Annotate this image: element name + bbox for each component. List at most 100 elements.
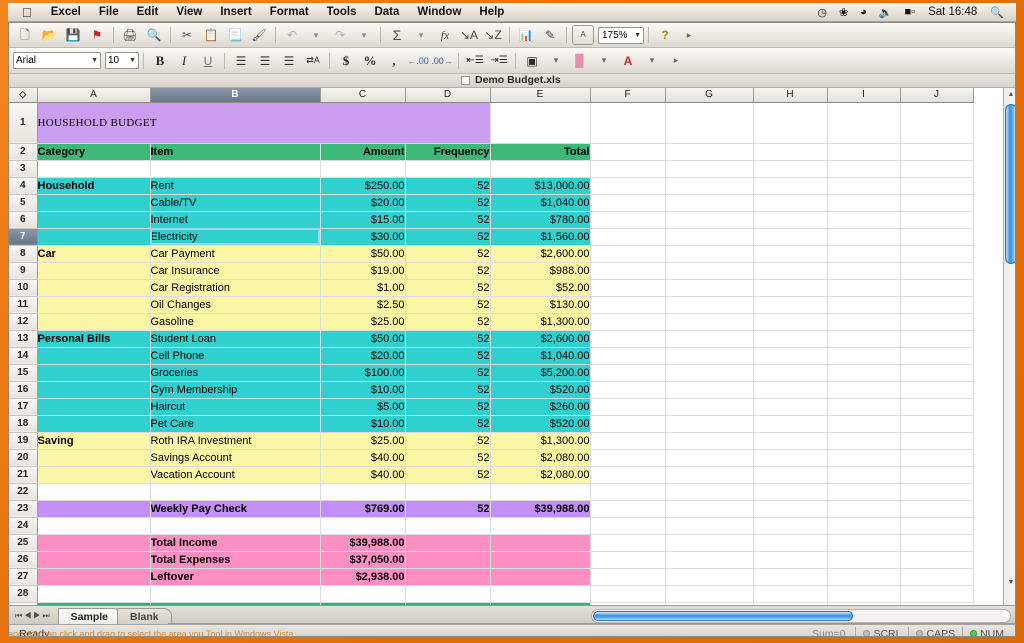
cell-H23[interactable] (753, 500, 828, 518)
cell-B18[interactable]: Pet Care (150, 415, 321, 433)
cell-D7[interactable]: 52 (405, 228, 491, 246)
cell-G18[interactable] (665, 415, 754, 433)
print-icon[interactable]: 🖨 (119, 25, 141, 45)
cell-C8[interactable]: $50.00 (320, 245, 406, 263)
column-header-h[interactable]: H (753, 88, 828, 103)
cell-H22[interactable] (753, 483, 828, 501)
horizontal-scroll-thumb[interactable] (593, 611, 853, 621)
cell-C17[interactable]: $5.00 (320, 398, 406, 416)
comma-button[interactable]: , (383, 51, 405, 70)
cell-H7[interactable] (753, 228, 828, 246)
row-header-28[interactable]: 28 (9, 585, 38, 603)
underline-button[interactable]: U (197, 51, 219, 70)
spreadsheet-grid[interactable]: ◇ A B C D E F G H I J 1 HOUSEHOLD BUDGET 2 Category Ite… (9, 88, 1015, 605)
row-header-15[interactable]: 15 (9, 364, 38, 382)
cell-J12[interactable] (900, 313, 974, 331)
cut-icon[interactable]: ✂ (176, 25, 198, 45)
row-header-8[interactable]: 8 (9, 245, 38, 263)
increase-indent-icon[interactable]: ⇥☰ (488, 51, 510, 70)
cell-C7[interactable]: $30.00 (320, 228, 406, 246)
row-header-27[interactable]: 27 (9, 568, 38, 586)
cell-H17[interactable] (753, 398, 828, 416)
cell-B9[interactable]: Car Insurance (150, 262, 321, 280)
row-header-17[interactable]: 17 (9, 398, 38, 416)
cell-A13[interactable]: Personal Bills (37, 330, 151, 348)
cell-I7[interactable] (827, 228, 901, 246)
cell-I23[interactable] (827, 500, 901, 518)
cell-A27[interactable] (37, 568, 151, 586)
cell-D17[interactable]: 52 (405, 398, 491, 416)
cell-I24[interactable] (827, 517, 901, 535)
cell-A18[interactable] (37, 415, 151, 433)
cell-D28[interactable] (405, 585, 491, 603)
cell-E26[interactable] (490, 551, 591, 569)
cell-B25[interactable]: Total Income (150, 534, 321, 552)
cell-D20[interactable]: 52 (405, 449, 491, 467)
cell-H19[interactable] (753, 432, 828, 450)
cell-F22[interactable] (590, 483, 666, 501)
column-header-a[interactable]: A (37, 88, 151, 103)
cell-B27[interactable]: Leftover (150, 568, 321, 586)
menu-item-window[interactable]: Window (408, 6, 470, 18)
cell-D13[interactable]: 52 (405, 330, 491, 348)
save-icon[interactable]: 💾 (62, 25, 84, 45)
new-icon[interactable]: 🗋 (14, 25, 36, 45)
cell-F6[interactable] (590, 211, 666, 229)
cell-B23[interactable]: Weekly Pay Check (150, 500, 321, 518)
cell-F19[interactable] (590, 432, 666, 450)
cell-D3[interactable] (405, 160, 491, 178)
cell-C4[interactable]: $250.00 (320, 177, 406, 195)
cell-C6[interactable]: $15.00 (320, 211, 406, 229)
cell-F2[interactable] (590, 143, 666, 161)
cell-J22[interactable] (900, 483, 974, 501)
cell-G4[interactable] (665, 177, 754, 195)
cell-D6[interactable]: 52 (405, 211, 491, 229)
cell-D24[interactable] (405, 517, 491, 535)
cell-A16[interactable] (37, 381, 151, 399)
cell-A12[interactable] (37, 313, 151, 331)
cell-J3[interactable] (900, 160, 974, 178)
cell-C23[interactable]: $769.00 (320, 500, 406, 518)
cell-A20[interactable] (37, 449, 151, 467)
cell-A4[interactable]: Household (37, 177, 151, 195)
cell-A24[interactable] (37, 517, 151, 535)
align-left-icon[interactable]: ☰ (230, 51, 252, 70)
print-preview-icon[interactable]: 🔍 (143, 25, 165, 45)
cell-H25[interactable] (753, 534, 828, 552)
cell-H5[interactable] (753, 194, 828, 212)
cell-A14[interactable] (37, 347, 151, 365)
row-header-11[interactable]: 11 (9, 296, 38, 314)
chevron-down-icon[interactable]: ▾ (641, 51, 663, 70)
row-header-2[interactable]: 2 (9, 143, 38, 161)
row-header-22[interactable]: 22 (9, 483, 38, 501)
fill-color-icon[interactable]: ▉ (569, 51, 591, 70)
cell-J28[interactable] (900, 585, 974, 603)
menu-item-edit[interactable]: Edit (128, 6, 168, 18)
cell-G21[interactable] (665, 466, 754, 484)
row-header-25[interactable]: 25 (9, 534, 38, 552)
cell-I26[interactable] (827, 551, 901, 569)
cell-B22[interactable] (150, 483, 321, 501)
row-header-1[interactable]: 1 (9, 102, 38, 144)
menu-item-data[interactable]: Data (365, 6, 408, 18)
cell-G5[interactable] (665, 194, 754, 212)
chart-icon[interactable]: 📊 (515, 25, 537, 45)
cell-H8[interactable] (753, 245, 828, 263)
autosum-icon[interactable]: Σ (386, 25, 408, 45)
cell-E21[interactable]: $2,080.00 (490, 466, 591, 484)
row-header-21[interactable]: 21 (9, 466, 38, 484)
cell-I13[interactable] (827, 330, 901, 348)
cell-D18[interactable]: 52 (405, 415, 491, 433)
cell-H11[interactable] (753, 296, 828, 314)
cell-I19[interactable] (827, 432, 901, 450)
cell-J9[interactable] (900, 262, 974, 280)
italic-button[interactable]: I (173, 51, 195, 70)
cell-J13[interactable] (900, 330, 974, 348)
cell-F28[interactable] (590, 585, 666, 603)
cell-E18[interactable]: $520.00 (490, 415, 591, 433)
cell-D19[interactable]: 52 (405, 432, 491, 450)
cell-A6[interactable] (37, 211, 151, 229)
cell-E20[interactable]: $2,080.00 (490, 449, 591, 467)
cell-A9[interactable] (37, 262, 151, 280)
cell-H16[interactable] (753, 381, 828, 399)
